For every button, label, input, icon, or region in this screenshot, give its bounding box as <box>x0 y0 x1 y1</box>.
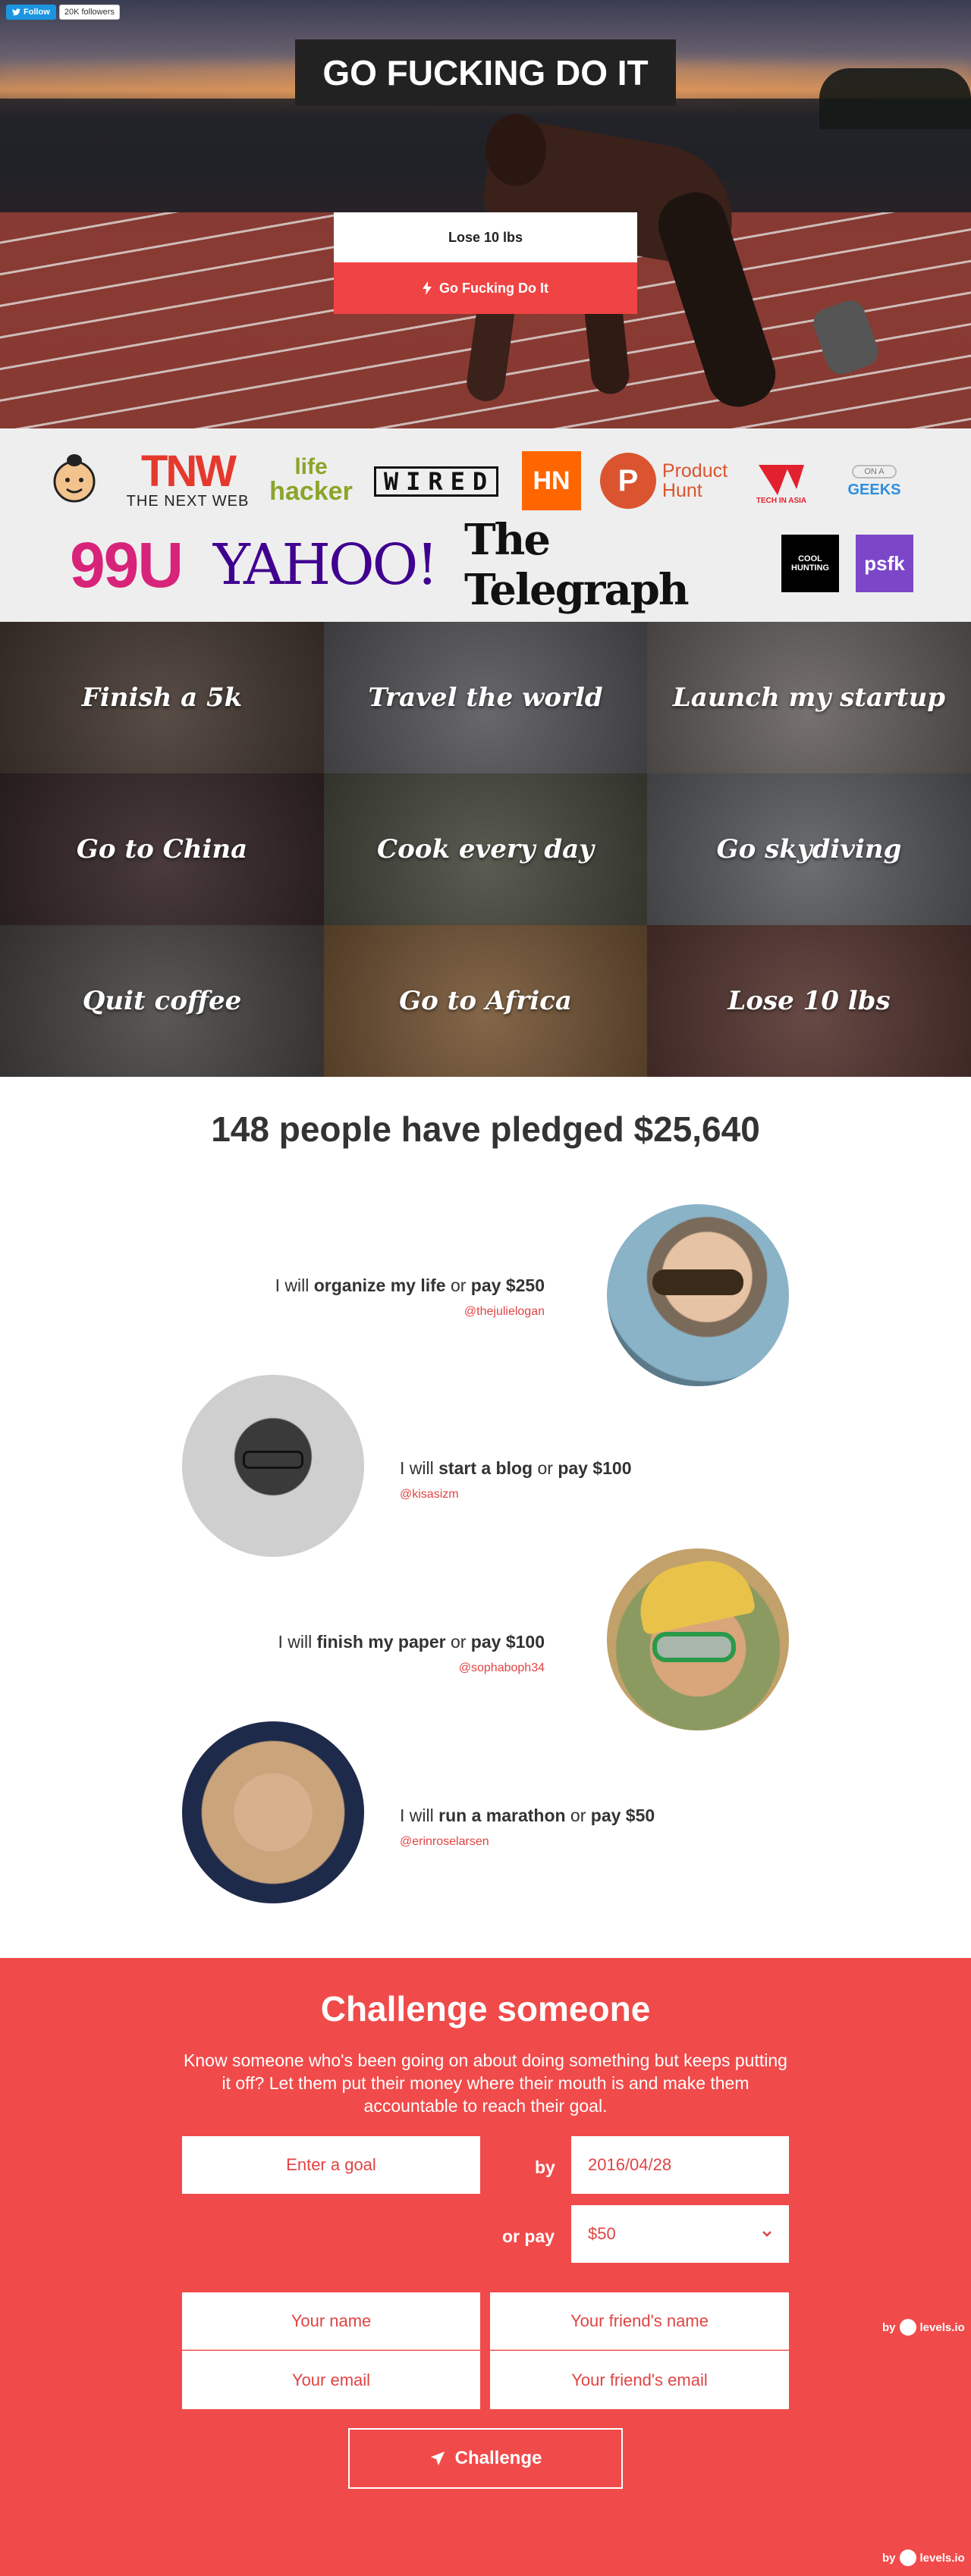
goals-grid: Finish a 5k Travel the world Launch my sta… <box>0 622 971 1077</box>
pledge-item: I will finish my paper or pay $100 @soph… <box>218 1632 545 1675</box>
lightning-icon <box>423 281 432 295</box>
challenge-button-label: Challenge <box>454 2448 542 2468</box>
hero-cta-button[interactable]: Go Fucking Do It <box>334 262 637 314</box>
sumo-mascot-logo <box>50 450 99 504</box>
goal-tile[interactable]: Go to Africa <box>324 925 647 1077</box>
99u-logo: 99U <box>69 529 184 601</box>
twitter-follow-label: Follow <box>24 8 50 17</box>
levels-byline[interactable]: by levels.io <box>882 2549 965 2566</box>
tnw-logo: TNW THE NEXT WEB <box>126 446 250 510</box>
amount-select[interactable]: $50 <box>571 2205 789 2263</box>
goal-tile[interactable]: Quit coffee <box>0 925 324 1077</box>
goal-tile[interactable]: Go skydiving <box>647 773 971 925</box>
goal-tile-label: Go to China <box>76 834 248 864</box>
telegraph-logo: The Telegraph <box>464 515 690 615</box>
goal-tile-label: Finish a 5k <box>81 682 243 713</box>
pledge-text: I will organize my life or pay $250 <box>275 1275 545 1295</box>
goal-tile[interactable]: Lose 10 lbs <box>647 925 971 1077</box>
pledges-title: 148 people have pledged $25,640 <box>211 1109 760 1149</box>
pledge-item: I will organize my life or pay $250 @the… <box>218 1275 545 1319</box>
hacker-news-logo: HN <box>522 451 581 510</box>
tech-in-asia-mark-icon <box>759 464 804 495</box>
hero-cta-label: Go Fucking Do It <box>439 280 548 296</box>
challenge-title: Challenge someone <box>320 1989 651 2028</box>
geeks-on-a-plane-logo: ON A GEEKS <box>831 451 918 512</box>
twitter-follow-button[interactable]: Follow <box>6 5 56 20</box>
cool-hunting-logo: COOL HUNTING <box>781 535 839 592</box>
chevron-down-icon <box>762 2231 771 2237</box>
yahoo-logo: YAHOO! <box>212 532 438 598</box>
by-label: by <box>535 2157 555 2177</box>
levels-byline[interactable]: by levels.io <box>882 2319 965 2336</box>
avatar <box>607 1548 789 1730</box>
goal-tile[interactable]: Finish a 5k <box>0 622 324 773</box>
goal-tile[interactable]: Cook every day <box>324 773 647 925</box>
goal-tile[interactable]: Travel the world <box>324 622 647 773</box>
paper-plane-icon <box>430 2451 445 2466</box>
psfk-logo: psfk <box>856 535 913 592</box>
pledge-handle[interactable]: @sophaboph34 <box>218 1661 545 1675</box>
goal-tile-label: Go to Africa <box>399 986 572 1016</box>
hero-title: GO FUCKING DO IT <box>295 39 676 106</box>
your-email-input[interactable]: Your email <box>182 2351 480 2409</box>
press-logos: TNW THE NEXT WEB life hacker WIRED HN P … <box>0 428 971 622</box>
pledge-handle[interactable]: @kisasizm <box>400 1488 726 1501</box>
goal-tile-label: Quit coffee <box>82 986 242 1016</box>
wired-logo: WIRED <box>369 466 504 497</box>
tech-in-asia-logo: TECH IN ASIA <box>747 451 815 512</box>
your-name-input[interactable]: Your name <box>182 2292 480 2350</box>
hero-goal-display[interactable]: Lose 10 lbs <box>334 212 637 262</box>
levels-logo-icon <box>899 2319 916 2336</box>
goal-tile-label: Launch my startup <box>672 682 946 713</box>
friend-name-input[interactable]: Your friend's name <box>490 2292 789 2350</box>
challenge-description: Know someone who's been going on about d… <box>184 2050 787 2116</box>
pledge-item: I will start a blog or pay $100 @kisasiz… <box>400 1458 726 1501</box>
goal-tile-label: Lose 10 lbs <box>727 986 891 1016</box>
challenge-button[interactable]: Challenge <box>348 2428 623 2489</box>
goal-tile-label: Cook every day <box>377 834 594 864</box>
pledge-text: I will finish my paper or pay $100 <box>278 1632 545 1652</box>
goal-tile[interactable]: Go to China <box>0 773 324 925</box>
goal-tile-label: Go skydiving <box>716 834 902 864</box>
pledge-handle[interactable]: @thejulielogan <box>218 1305 545 1319</box>
product-hunt-logo: P Product Hunt <box>595 451 732 510</box>
hero: Follow 20K followers GO FUCKING DO IT Lo… <box>0 0 971 428</box>
pledge-item: I will run a marathon or pay $50 @erinro… <box>400 1806 726 1849</box>
twitter-follow[interactable]: Follow 20K followers <box>6 5 120 20</box>
avatar <box>607 1204 789 1386</box>
goal-tile[interactable]: Launch my startup <box>647 622 971 773</box>
avatar <box>182 1375 364 1557</box>
twitter-bird-icon <box>12 8 20 16</box>
lifehacker-logo: life hacker <box>269 454 353 506</box>
or-pay-label: or pay <box>502 2226 555 2246</box>
pledge-handle[interactable]: @erinroselarsen <box>400 1835 726 1849</box>
pledge-text: I will start a blog or pay $100 <box>400 1458 632 1478</box>
goal-input[interactable]: Enter a goal <box>182 2136 480 2194</box>
friend-email-input[interactable]: Your friend's email <box>490 2351 789 2409</box>
amount-selected-value: $50 <box>588 2224 616 2243</box>
levels-logo-icon <box>899 2549 916 2566</box>
twitter-follower-count[interactable]: 20K followers <box>58 5 120 20</box>
avatar <box>182 1721 364 1903</box>
date-input[interactable]: 2016/04/28 <box>571 2136 789 2194</box>
goal-tile-label: Travel the world <box>368 682 603 713</box>
pledge-text: I will run a marathon or pay $50 <box>400 1806 655 1825</box>
